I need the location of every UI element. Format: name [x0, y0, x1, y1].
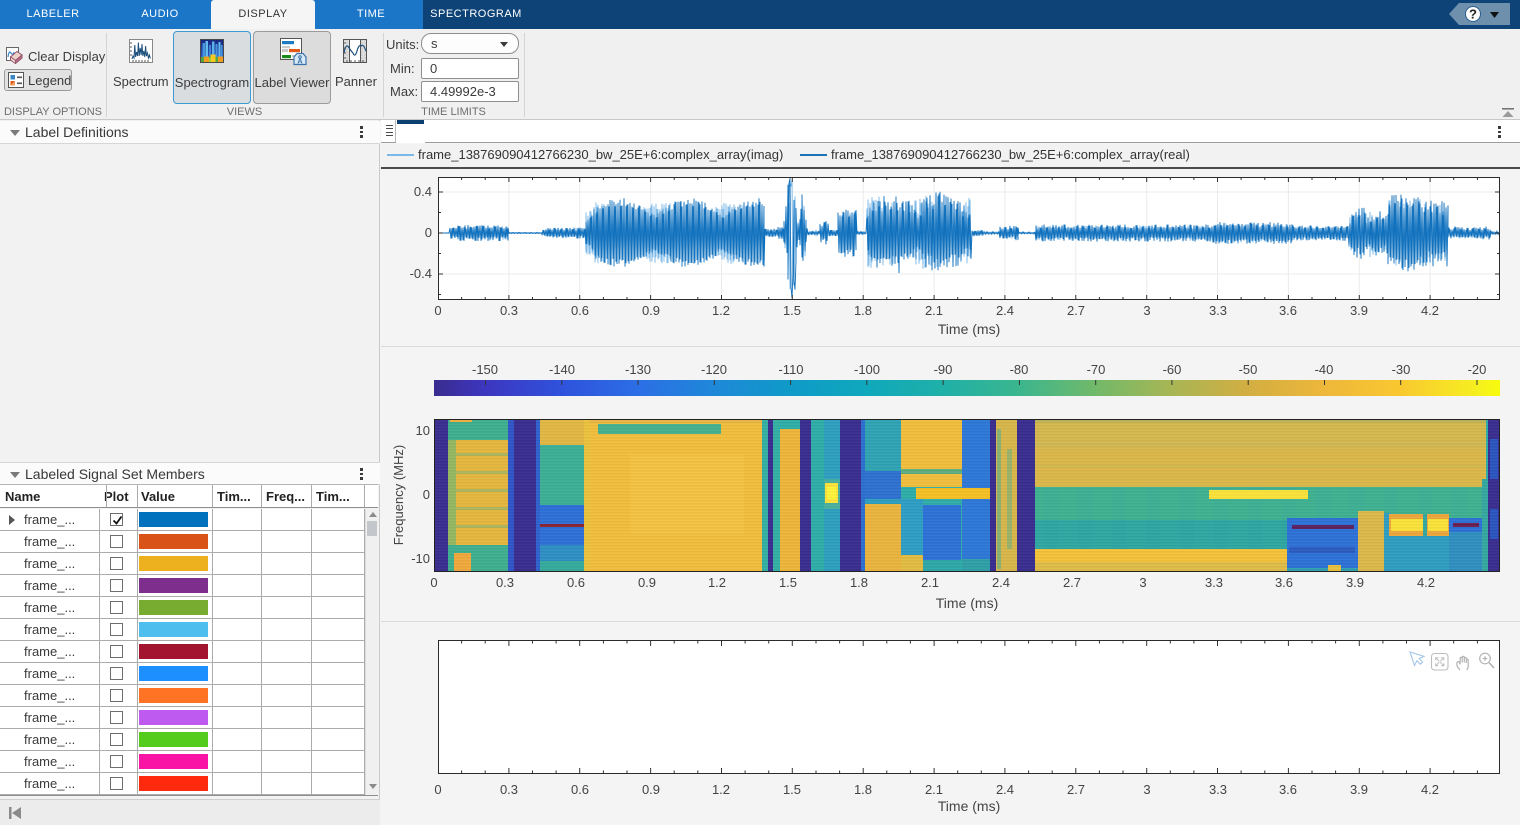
- svg-text:?: ?: [1469, 7, 1477, 22]
- svg-text:A: A: [297, 57, 303, 66]
